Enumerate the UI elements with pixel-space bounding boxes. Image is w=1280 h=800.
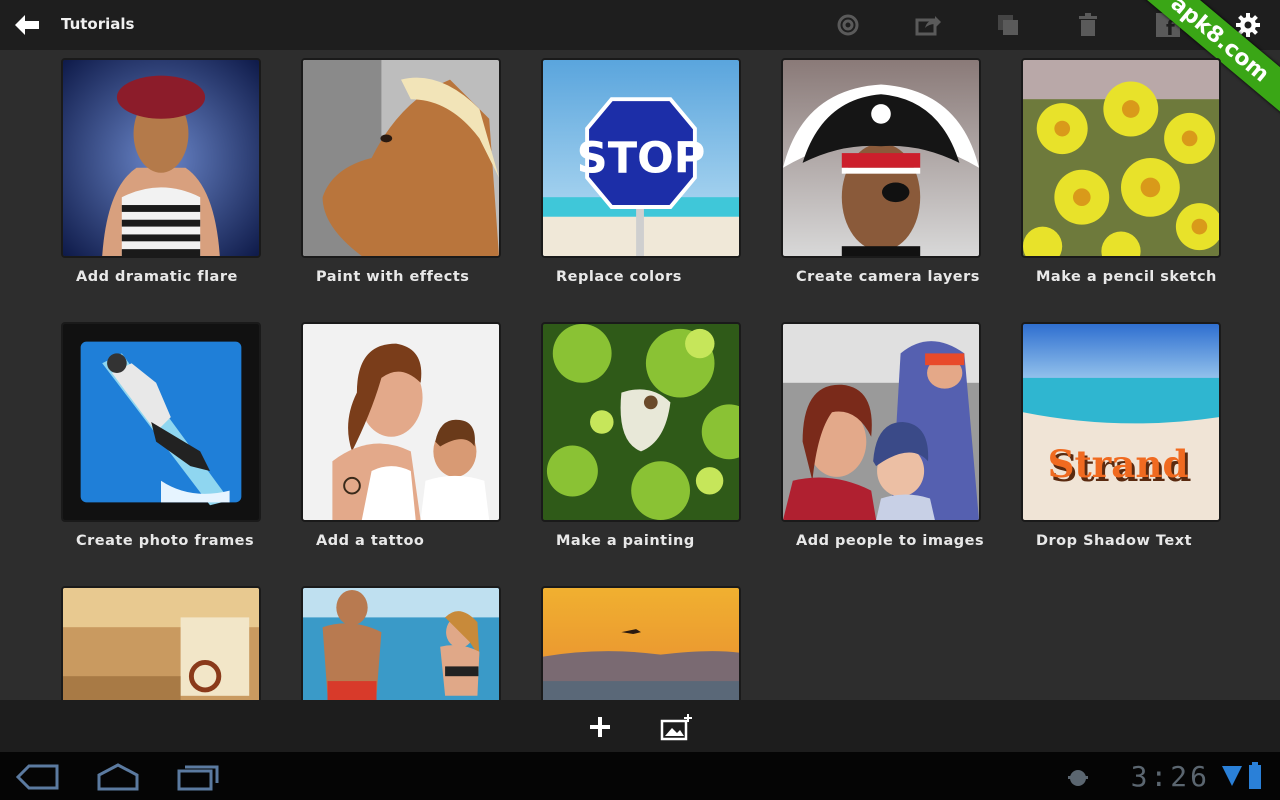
system-navigation-bar: 3:26 (0, 752, 1280, 800)
system-clock: 3:26 (1130, 760, 1210, 793)
snowboard-image (63, 324, 259, 520)
tutorial-thumb-beach-couple[interactable] (301, 586, 501, 700)
tutorial-label[interactable]: Paint with effects (316, 269, 469, 285)
system-back-icon (15, 764, 59, 790)
back-arrow-icon (15, 15, 39, 35)
daffodils-image (1023, 60, 1219, 256)
add-image-icon (660, 714, 692, 741)
stop-sign-text: STOP (577, 134, 706, 184)
tutorial-label[interactable]: Add people to images (796, 533, 984, 549)
tutorial-thumb-paint-effects[interactable] (301, 58, 501, 258)
stop-sign-image: STOP (543, 60, 739, 256)
tutorial-label[interactable]: Make a pencil sketch (1036, 269, 1217, 285)
dramatic-flare-image (63, 60, 259, 256)
tutorial-label[interactable]: Make a painting (556, 533, 695, 549)
beach-couple-image (303, 588, 499, 700)
tutorial-label[interactable]: Create camera layers (796, 269, 980, 285)
pirate-image (783, 60, 979, 256)
tutorial-grid: Add dramatic flare Paint with effects ST… (0, 50, 1280, 700)
tutorial-thumb-photo-frames[interactable] (61, 322, 261, 522)
home-icon (97, 763, 139, 791)
bottom-action-bar (0, 700, 1280, 752)
sunset-image (543, 588, 739, 700)
action-bar: Tutorials f apk8.com (0, 0, 1280, 117)
trash-icon (1079, 13, 1097, 36)
tutorial-thumb-tattoo[interactable] (301, 322, 501, 522)
page-title: Tutorials (61, 15, 135, 33)
add-image-button[interactable] (660, 710, 694, 744)
tutorial-thumb-camera-layers[interactable] (781, 58, 981, 258)
tutorial-thumb-drop-shadow[interactable]: Strand Strand (1021, 322, 1221, 522)
duplicate-button[interactable] (993, 10, 1023, 40)
strand-text: Strand (1048, 442, 1189, 486)
tutorial-label[interactable]: Add dramatic flare (76, 269, 238, 285)
system-home-button[interactable] (93, 762, 143, 792)
tutorial-thumb-dramatic-flare[interactable] (61, 58, 261, 258)
paint-effects-image (303, 60, 499, 256)
add-button[interactable] (583, 710, 617, 744)
painting-image (543, 324, 739, 520)
beach-image: Strand Strand (1023, 324, 1219, 520)
creative-cloud-button[interactable] (833, 10, 863, 40)
tutorial-thumb-sunset[interactable] (541, 586, 741, 700)
tutorial-label[interactable]: Create photo frames (76, 533, 254, 549)
creative-cloud-icon (837, 14, 859, 36)
tutorial-thumb-replace-colors[interactable]: STOP (541, 58, 741, 258)
battery-icon (1248, 762, 1262, 794)
system-back-button[interactable] (12, 762, 62, 792)
tutorial-label[interactable]: Replace colors (556, 269, 682, 285)
tutorial-label[interactable]: Add a tattoo (316, 533, 424, 549)
duplicate-icon (998, 15, 1018, 35)
tutorial-thumb-pencil-sketch[interactable] (1021, 58, 1221, 258)
tutorial-thumb-painting[interactable] (541, 322, 741, 522)
back-button[interactable] (10, 8, 44, 42)
system-recents-button[interactable] (173, 762, 223, 792)
recent-apps-icon (177, 765, 219, 791)
share-button[interactable] (913, 10, 943, 40)
tattoo-image (303, 324, 499, 520)
tutorial-label[interactable]: Drop Shadow Text (1036, 533, 1192, 549)
tutorial-thumb-vintage[interactable] (61, 586, 261, 700)
tutorial-thumb-add-people[interactable] (781, 322, 981, 522)
people-image (783, 324, 979, 520)
vintage-boat-image (63, 588, 259, 700)
share-icon (915, 16, 941, 36)
wifi-signal-icon (1222, 764, 1242, 792)
debug-android-icon (1066, 764, 1090, 792)
add-icon (590, 717, 610, 737)
delete-button[interactable] (1073, 10, 1103, 40)
